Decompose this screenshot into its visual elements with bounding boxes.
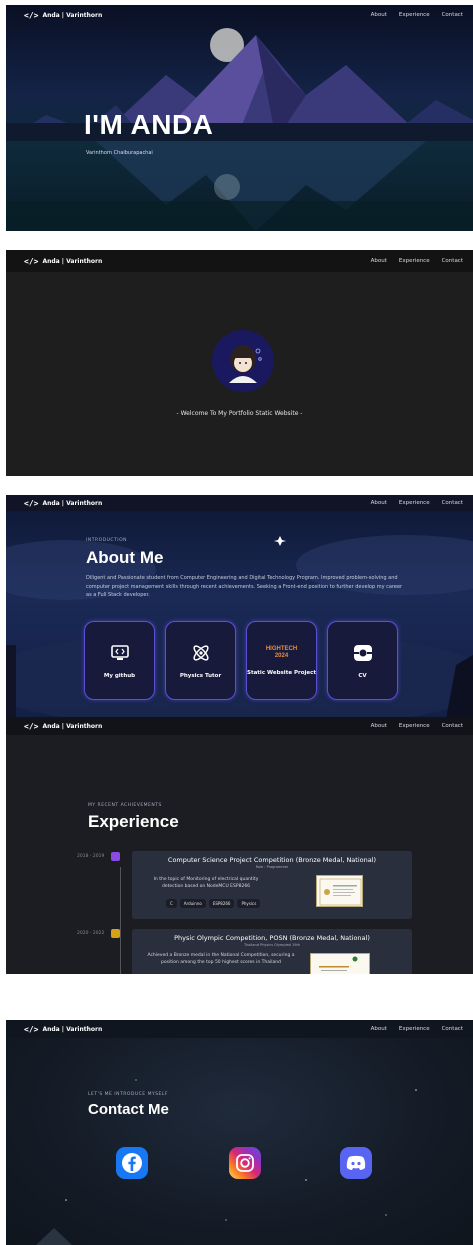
hightech-logo: HIGHTECH 2024 — [265, 645, 298, 659]
brand-name: Anda | Varinthorn — [42, 257, 103, 265]
nav-link-experience[interactable]: Experience — [399, 258, 430, 264]
experience-role-2: Thailand Physics Olympiad 19th — [243, 943, 301, 947]
code-icon: </> — [24, 256, 39, 266]
navbar: </> Anda | Varinthorn About Experience C… — [6, 1020, 473, 1038]
certificate-image — [310, 953, 370, 974]
discord-button[interactable] — [340, 1147, 372, 1179]
experience-title-2: Physic Olympic Competition, POSN (Bronze… — [174, 934, 370, 942]
nav-link-about[interactable]: About — [371, 723, 387, 729]
about-title: About Me — [86, 548, 164, 567]
contact-title: Contact Me — [88, 1101, 169, 1118]
welcome-text: - Welcome To My Portfolio Static Website… — [176, 410, 303, 417]
nav-link-experience[interactable]: Experience — [399, 1026, 430, 1032]
timeline-line — [120, 867, 121, 974]
experience-eyebrow: MY RECENT ACHIEVEMENTS — [88, 803, 162, 808]
brand-logo[interactable]: </> Anda | Varinthorn — [24, 722, 102, 731]
nav-link-contact[interactable]: Contact — [442, 723, 463, 729]
nav-link-experience[interactable]: Experience — [399, 723, 430, 729]
monitor-code-icon — [110, 643, 130, 663]
tag: Physics — [237, 899, 261, 908]
brand-logo[interactable]: </> Anda | Varinthorn — [24, 499, 102, 508]
experience-title-1: Computer Science Project Competition (Br… — [167, 856, 377, 864]
hero-subtitle: Varinthorn Chaiburapachai — [86, 150, 153, 156]
github-card[interactable]: My github — [84, 621, 155, 700]
experience-role-1: Role : Programmer — [255, 865, 289, 869]
experience-desc-1: In the topic of Monitoring of electrical… — [153, 877, 259, 889]
card-label: Static Website Project — [247, 669, 316, 676]
experience-title: Experience — [88, 812, 179, 831]
cv-icon — [353, 643, 373, 663]
starfield-background — [36, 1079, 417, 1245]
physics-tutor-card[interactable]: Physics Tutor — [165, 621, 236, 700]
discord-icon — [346, 1155, 366, 1170]
experience-card-1: Computer Science Project Competition (Br… — [132, 851, 412, 919]
tag: C — [166, 899, 177, 908]
nav-link-contact[interactable]: Contact — [442, 12, 463, 18]
avatar-illustration — [229, 345, 262, 383]
code-icon: </> — [24, 498, 39, 508]
nav-link-about[interactable]: About — [371, 1026, 387, 1032]
welcome-section: </> Anda | Varinthorn About Experience C… — [6, 250, 473, 476]
brand-name: Anda | Varinthorn — [42, 1025, 103, 1033]
navbar: </> Anda | Varinthorn About Experience C… — [6, 495, 473, 511]
facebook-button[interactable] — [116, 1147, 148, 1179]
certificate-image — [316, 875, 363, 907]
timeline-marker — [111, 929, 120, 938]
tag: Arduinno — [179, 899, 206, 908]
experience-desc-2: Achieved a Bronze medal in the National … — [147, 953, 295, 965]
card-label: Physics Tutor — [179, 672, 222, 679]
card-label: CV — [358, 672, 367, 679]
nav-link-experience[interactable]: Experience — [399, 500, 430, 506]
nav-link-contact[interactable]: Contact — [442, 258, 463, 264]
instagram-button[interactable] — [229, 1147, 261, 1179]
about-eyebrow: INTRODUCTION — [86, 538, 127, 543]
code-icon: </> — [24, 721, 39, 731]
navbar: </> Anda | Varinthorn About Experience C… — [6, 250, 473, 272]
nav-link-contact[interactable]: Contact — [442, 1026, 463, 1032]
nav-link-about[interactable]: About — [371, 258, 387, 264]
nav-link-experience[interactable]: Experience — [399, 12, 430, 18]
brand-logo[interactable]: </> Anda | Varinthorn — [24, 257, 102, 266]
timeline-year: 2018 - 2019 — [77, 854, 105, 859]
brand-name: Anda | Varinthorn — [42, 499, 103, 507]
about-description: Diligent and Passionate student from Com… — [86, 575, 403, 598]
experience-card-2: Physic Olympic Competition, POSN (Bronze… — [132, 929, 412, 974]
code-icon: </> — [24, 10, 39, 20]
facebook-icon — [122, 1153, 142, 1173]
atom-icon — [191, 643, 211, 663]
brand-name: Anda | Varinthorn — [42, 722, 103, 730]
code-icon: </> — [24, 1024, 39, 1034]
brand-logo[interactable]: </> Anda | Varinthorn — [24, 11, 102, 20]
timeline-year: 2020 - 2022 — [77, 931, 105, 936]
instagram-icon — [236, 1154, 254, 1172]
experience-section: </> Anda | Varinthorn About Experience C… — [6, 717, 473, 974]
navbar: </> Anda | Varinthorn About Experience C… — [6, 5, 473, 25]
contact-eyebrow: LET'S ME INTRODUCE MYSELF — [88, 1092, 168, 1097]
nav-link-contact[interactable]: Contact — [442, 500, 463, 506]
hero-title: I'M ANDA — [84, 109, 214, 140]
cv-card[interactable]: CV — [327, 621, 398, 700]
static-website-card[interactable]: HIGHTECH 2024 Static Website Project — [246, 621, 317, 700]
timeline-marker — [111, 852, 120, 861]
brand-logo[interactable]: </> Anda | Varinthorn — [24, 1025, 102, 1034]
nav-link-about[interactable]: About — [371, 12, 387, 18]
avatar — [212, 330, 274, 392]
navbar: </> Anda | Varinthorn About Experience C… — [6, 717, 473, 735]
about-section: </> Anda | Varinthorn About Experience C… — [6, 495, 473, 719]
mountain-lake-background — [6, 28, 473, 231]
nav-link-about[interactable]: About — [371, 500, 387, 506]
card-label: My github — [103, 672, 136, 679]
hero-section: </> Anda | Varinthorn About Experience C… — [6, 5, 473, 231]
tag: ESP8266 — [208, 899, 235, 908]
contact-section: </> Anda | Varinthorn About Experience C… — [6, 1020, 473, 1245]
brand-name: Anda | Varinthorn — [42, 11, 103, 19]
